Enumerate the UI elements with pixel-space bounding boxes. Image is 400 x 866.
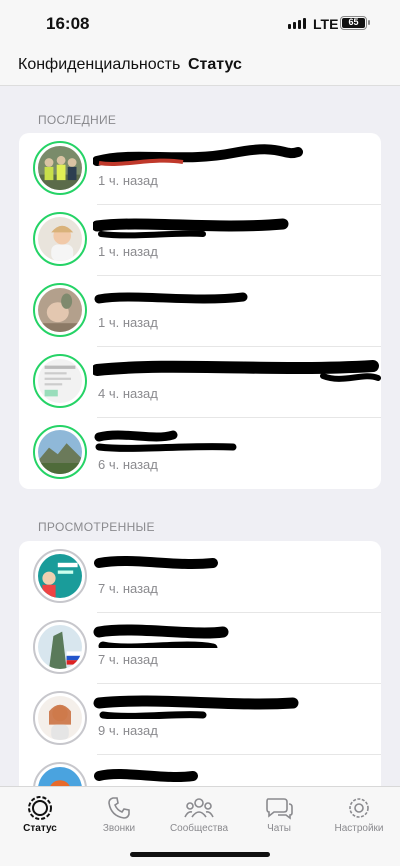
network-type: LTE (313, 16, 339, 32)
home-indicator (130, 852, 270, 857)
back-button[interactable]: Конфиденциальность (18, 56, 180, 74)
battery-icon: 65 (340, 16, 370, 30)
redacted-name (93, 144, 303, 166)
nav-header: Конфиденциальность Статус (0, 46, 400, 86)
status-time: 7 ч. назад (98, 652, 158, 667)
tab-label: Сообщества (169, 823, 229, 834)
section-label-viewed: ПРОСМОТРЕННЫЕ (38, 520, 155, 534)
tab-chats[interactable]: Чаты (239, 795, 319, 834)
tab-settings[interactable]: Настройки (319, 795, 399, 834)
viewed-status-list: 7 ч. назад 7 ч. назад 9 ч. назад (19, 541, 381, 801)
status-bar: 16:08 LTE 65 (0, 0, 400, 46)
avatar[interactable] (33, 425, 87, 479)
communities-icon (184, 798, 214, 818)
redacted-name (93, 218, 289, 239)
avatar[interactable] (33, 212, 87, 266)
status-time: 9 ч. назад (98, 723, 158, 738)
status-row[interactable]: 7 ч. назад (19, 612, 381, 683)
redacted-name (93, 360, 381, 382)
redacted-name (94, 556, 218, 569)
tab-calls[interactable]: Звонки (79, 795, 159, 834)
status-time: 1 ч. назад (98, 244, 158, 259)
recent-status-list: 1 ч. назад 1 ч. назад 1 ч. назад 4 ч. на… (19, 133, 381, 489)
avatar[interactable] (33, 354, 87, 408)
status-row[interactable]: 4 ч. назад (19, 346, 381, 417)
avatar[interactable] (33, 549, 87, 603)
tab-label: Настройки (334, 823, 384, 834)
tab-label: Статус (23, 823, 57, 834)
redacted-name (94, 430, 237, 452)
status-time: 6 ч. назад (98, 457, 158, 472)
status-time: 1 ч. назад (98, 173, 158, 188)
status-icon (28, 796, 52, 820)
status-row[interactable]: 1 ч. назад (19, 133, 381, 204)
avatar[interactable] (33, 141, 87, 195)
status-row[interactable]: 1 ч. назад (19, 275, 381, 346)
tab-label: Чаты (267, 823, 291, 834)
status-row[interactable]: 9 ч. назад (19, 683, 381, 754)
status-time: 4 ч. назад (98, 386, 158, 401)
tab-label: Звонки (102, 823, 136, 834)
status-row[interactable]: 6 ч. назад (19, 417, 381, 488)
redacted-name (94, 292, 248, 304)
tab-status[interactable]: Статус (0, 795, 80, 834)
tab-communities[interactable]: Сообщества (159, 795, 239, 834)
status-time: 7 ч. назад (98, 581, 158, 596)
status-row[interactable]: 7 ч. назад (19, 541, 381, 612)
battery-level: 65 (342, 18, 365, 28)
clock: 16:08 (46, 14, 90, 33)
redacted-name (93, 695, 299, 719)
chats-icon (266, 798, 293, 820)
status-row[interactable]: 1 ч. назад (19, 204, 381, 275)
avatar[interactable] (33, 283, 87, 337)
gear-icon (349, 798, 369, 818)
status-time: 1 ч. назад (98, 315, 158, 330)
phone-icon (108, 797, 130, 819)
signal-icon (288, 18, 306, 29)
page-title: Статус (188, 56, 242, 73)
redacted-name (93, 624, 229, 648)
avatar[interactable] (33, 620, 87, 674)
avatar[interactable] (33, 691, 87, 745)
section-label-recent: ПОСЛЕДНИЕ (38, 113, 117, 127)
